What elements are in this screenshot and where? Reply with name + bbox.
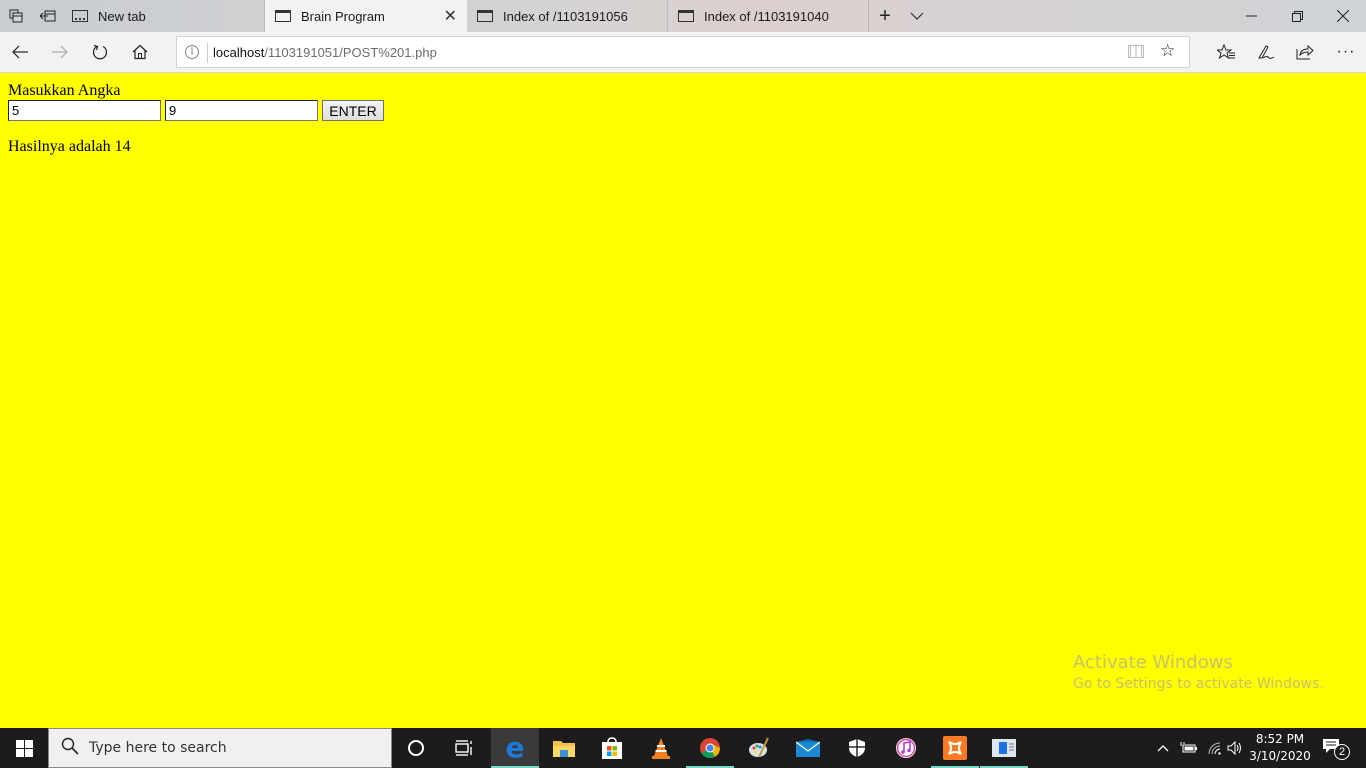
enter-button[interactable]: ENTER (322, 100, 384, 121)
file-explorer-icon[interactable] (540, 728, 588, 768)
favorite-star-icon[interactable]: ☆ (1160, 41, 1175, 61)
page-icon (678, 10, 694, 22)
wifi-icon[interactable] (1207, 728, 1223, 768)
minimize-button[interactable] (1228, 0, 1274, 32)
watermark-subtitle: Go to Settings to activate Windows. (1073, 676, 1324, 692)
mail-icon[interactable] (784, 728, 832, 768)
page-icon (477, 10, 493, 22)
new-tab-icon (72, 10, 88, 22)
tab-index-1103191040[interactable]: Index of /1103191040 (668, 0, 869, 32)
watermark-title: Activate Windows (1073, 652, 1233, 673)
xampp-icon[interactable] (931, 728, 979, 768)
search-placeholder: Type here to search (89, 740, 227, 756)
tab-label: Index of /1103191056 (503, 8, 628, 24)
result-text: Hasilnya adalah 14 (8, 138, 131, 155)
chevron-down-icon[interactable] (901, 0, 933, 32)
more-menu-icon[interactable]: ··· (1326, 32, 1366, 72)
new-tab-button[interactable]: + (869, 0, 901, 32)
close-window-button[interactable] (1320, 0, 1366, 32)
itunes-icon[interactable] (882, 728, 930, 768)
microsoft-store-icon[interactable] (588, 728, 636, 768)
info-icon[interactable]: i (185, 45, 199, 59)
paint-icon[interactable] (735, 728, 783, 768)
tab-strip: New tab Brain Program ✕ Index of /110319… (0, 0, 1366, 32)
favorites-hub-icon[interactable] (1206, 32, 1246, 72)
taskbar: Type here to search e 8:52 PM 3/10/2020 … (0, 728, 1366, 768)
search-icon (61, 737, 79, 760)
system-clock[interactable]: 8:52 PM 3/10/2020 (1246, 731, 1314, 765)
set-aside-tabs-icon[interactable] (32, 0, 64, 32)
navigation-bar: i localhost/1103191051/POST%201.php ☆ ··… (0, 32, 1366, 73)
taskbar-search[interactable]: Type here to search (48, 728, 392, 768)
number-input-1[interactable] (8, 100, 161, 121)
tab-label: Index of /1103191040 (704, 8, 829, 24)
action-center-button[interactable]: 2 (1322, 728, 1352, 768)
tab-label: Brain Program (301, 8, 385, 24)
tab-index-1103191056[interactable]: Index of /1103191056 (467, 0, 668, 32)
cortana-icon[interactable] (392, 728, 440, 768)
vlc-icon[interactable] (637, 728, 685, 768)
refresh-button[interactable] (80, 32, 120, 72)
page-icon (275, 10, 291, 22)
back-button[interactable] (0, 32, 40, 72)
home-button[interactable] (120, 32, 160, 72)
battery-charging-icon[interactable] (1180, 728, 1198, 768)
app-window-icon[interactable] (980, 728, 1028, 768)
address-bar[interactable]: i localhost/1103191051/POST%201.php ☆ (176, 36, 1190, 68)
input-label: Masukkan Angka (8, 82, 121, 99)
forward-button[interactable] (40, 32, 80, 72)
reading-view-icon[interactable] (1128, 43, 1144, 63)
tab-brain-program[interactable]: Brain Program ✕ (265, 0, 467, 32)
edge-taskbar-icon[interactable]: e (491, 728, 539, 768)
show-hidden-icons-chevron[interactable] (1157, 728, 1171, 768)
windows-security-icon[interactable] (833, 728, 881, 768)
chrome-icon[interactable] (686, 728, 734, 768)
clock-time: 8:52 PM (1255, 732, 1305, 746)
share-icon[interactable] (1285, 32, 1325, 72)
windows-logo-icon (15, 739, 33, 757)
tab-label: New tab (98, 8, 146, 24)
activate-windows-watermark: Activate Windows Go to Settings to activ… (1073, 652, 1324, 692)
number-input-2[interactable] (165, 100, 318, 121)
start-button[interactable] (0, 728, 48, 768)
tab-manager-icon[interactable] (0, 0, 32, 32)
page-content: Masukkan Angka ENTER Hasilnya adalah 14 … (0, 73, 1366, 728)
close-tab-icon[interactable]: ✕ (444, 6, 457, 26)
restore-button[interactable] (1274, 0, 1320, 32)
clock-date: 3/10/2020 (1249, 749, 1311, 763)
tab-new-tab[interactable]: New tab (64, 0, 265, 32)
url-text[interactable]: localhost/1103191051/POST%201.php (213, 45, 437, 60)
notification-count-badge: 2 (1334, 744, 1350, 760)
web-note-pen-icon[interactable] (1246, 32, 1286, 72)
task-view-icon[interactable] (440, 728, 488, 768)
volume-icon[interactable] (1227, 728, 1243, 768)
